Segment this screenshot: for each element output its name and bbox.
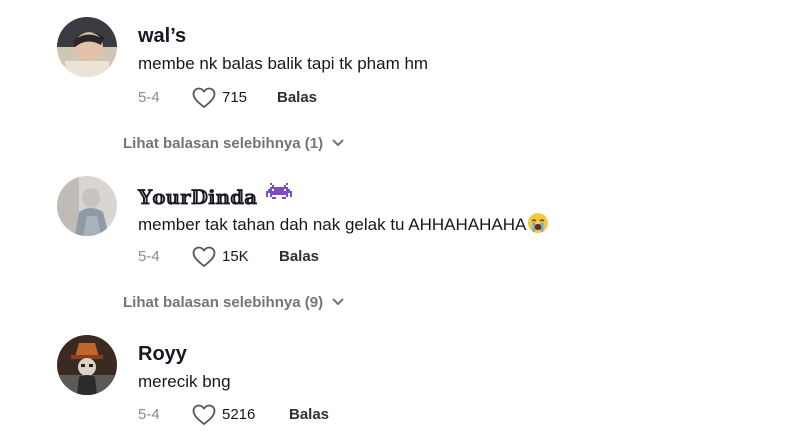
heart-icon: [192, 87, 216, 108]
username[interactable]: Royy: [138, 342, 187, 366]
username[interactable]: wal’s: [138, 24, 186, 48]
view-more-replies-button[interactable]: Lihat balasan selebihnya (9): [123, 292, 344, 312]
view-more-replies-button[interactable]: Lihat balasan selebihnya (1): [123, 133, 344, 153]
heart-icon: [192, 404, 216, 425]
comment-text: member tak tahan dah nak gelak tu AHHAHA…: [138, 212, 549, 240]
reply-button[interactable]: Balas: [289, 404, 329, 426]
reply-button[interactable]: Balas: [279, 246, 319, 268]
avatar-photo-icon: [57, 335, 117, 395]
username[interactable]: 𝕐𝕠𝕦𝕣𝔻𝕚𝕟𝕕𝕒: [138, 183, 293, 212]
crying-face-emoji-icon: [527, 212, 549, 240]
comment-text-content: member tak tahan dah nak gelak tu AHHAHA…: [138, 215, 527, 234]
heart-icon: [192, 246, 216, 267]
avatar[interactable]: [57, 335, 117, 395]
comment-date: 5-4: [138, 89, 160, 106]
like-button[interactable]: 5216: [192, 404, 255, 426]
alien-monster-emoji-icon: [266, 183, 293, 212]
view-replies-label: Lihat balasan selebihnya (1): [123, 134, 324, 152]
like-button[interactable]: 715: [192, 87, 247, 109]
username-text: 𝕐𝕠𝕦𝕣𝔻𝕚𝕟𝕕𝕒: [138, 185, 258, 209]
avatar[interactable]: [57, 176, 117, 236]
reply-button[interactable]: Balas: [277, 87, 317, 109]
like-button[interactable]: 15K: [192, 246, 249, 268]
like-count: 15K: [222, 248, 249, 265]
view-replies-label: Lihat balasan selebihnya (9): [123, 293, 324, 311]
chevron-down-icon: [332, 139, 344, 146]
like-count: 5216: [222, 406, 256, 423]
username-text: Royy: [138, 343, 187, 365]
avatar-photo-icon: [57, 176, 117, 236]
avatar[interactable]: [57, 17, 117, 77]
chevron-down-icon: [332, 298, 344, 305]
avatar-photo-icon: [57, 17, 117, 77]
comment-text: membe nk balas balik tapi tk pham hm: [138, 54, 429, 73]
comment-date: 5-4: [138, 248, 160, 265]
like-count: 715: [222, 89, 248, 106]
comment-text: merecik bng: [138, 372, 231, 391]
username-text: wal’s: [138, 25, 187, 47]
comment-date: 5-4: [138, 406, 160, 423]
